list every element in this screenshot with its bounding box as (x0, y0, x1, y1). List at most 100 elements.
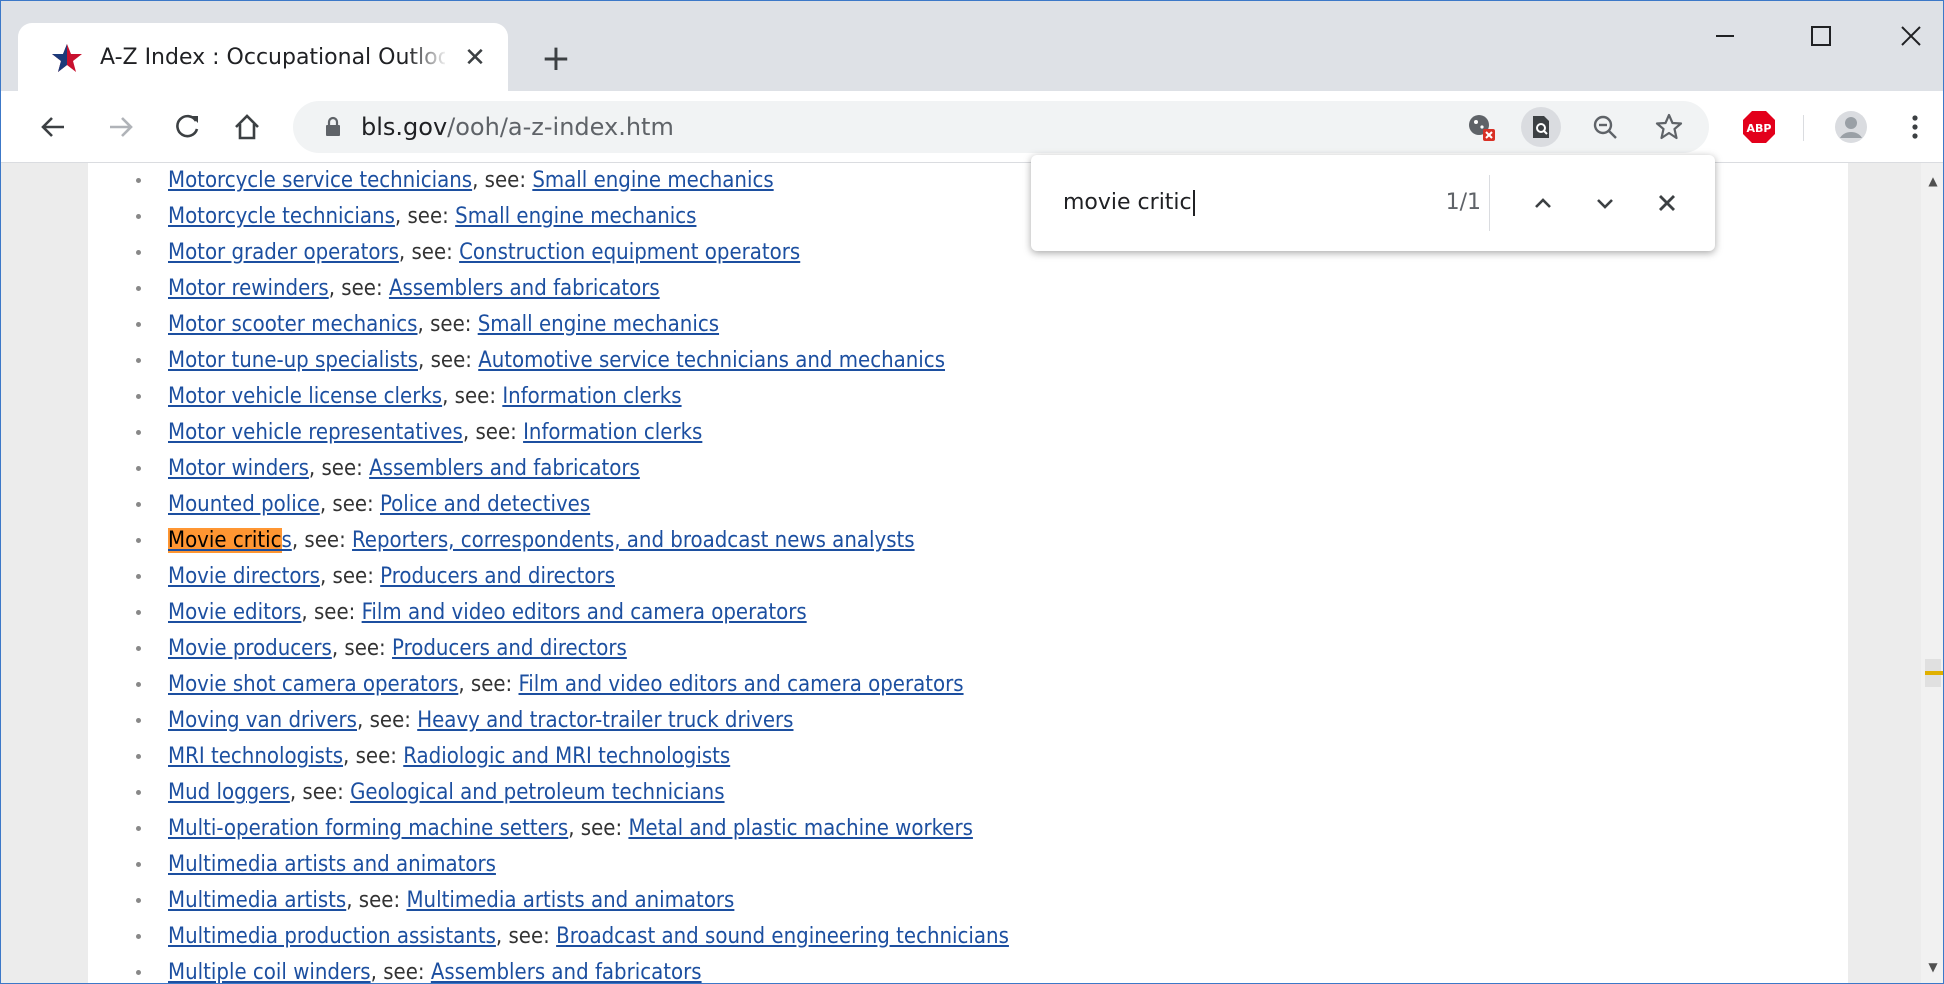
zoom-icon[interactable] (1585, 107, 1625, 147)
close-window-icon[interactable] (1871, 11, 1943, 61)
bls-star-icon (52, 44, 82, 72)
reload-icon[interactable] (167, 107, 207, 147)
occupation-link-text: Multimedia artists (168, 888, 347, 913)
occupation-link[interactable]: Motor winders (168, 456, 309, 481)
see-link[interactable]: Automotive service technicians and mecha… (478, 348, 945, 373)
see-link[interactable]: Assemblers and fabricators (389, 276, 660, 301)
occupation-link[interactable]: Motorcycle technicians (168, 204, 395, 229)
forward-arrow-icon[interactable] (101, 107, 141, 147)
find-in-page-icon[interactable] (1521, 107, 1561, 147)
list-item: Movie shot camera operators, see: Film a… (136, 666, 1009, 702)
list-item: Motor scooter mechanics, see: Small engi… (136, 306, 1009, 342)
occupation-link[interactable]: Motor rewinders (168, 276, 329, 301)
home-icon[interactable] (227, 107, 267, 147)
list-item: Mounted police, see: Police and detectiv… (136, 486, 1009, 522)
occupation-link[interactable]: Mud loggers (168, 780, 290, 805)
profile-avatar-icon[interactable] (1831, 107, 1871, 147)
bullet-icon (136, 178, 141, 183)
address-bar[interactable]: bls.gov/ooh/a-z-index.htm (293, 101, 1709, 153)
occupation-link[interactable]: Multiple coil winders (168, 960, 371, 983)
see-link[interactable]: Multimedia artists and animators (406, 888, 734, 913)
occupation-link[interactable]: Motorcycle service technicians (168, 168, 472, 193)
bullet-icon (136, 394, 141, 399)
see-link[interactable]: Small engine mechanics (532, 168, 773, 193)
see-link[interactable]: Construction equipment operators (459, 240, 800, 265)
see-label: , see: (289, 780, 351, 805)
cookie-blocked-icon[interactable] (1461, 107, 1501, 147)
occupation-link[interactable]: Moving van drivers (168, 708, 357, 733)
occupation-link[interactable]: Motor vehicle license clerks (168, 384, 442, 409)
see-label: , see: (331, 636, 393, 661)
occupation-link[interactable]: Movie editors (168, 600, 301, 625)
find-input[interactable]: movie critic (1063, 181, 1363, 225)
list-item: Mud loggers, see: Geological and petrole… (136, 774, 1009, 810)
scroll-down-arrow-icon[interactable]: ▼ (1921, 955, 1943, 979)
list-item: Movie critics, see: Reporters, correspon… (136, 522, 1009, 558)
find-previous-chevron-up-icon[interactable] (1521, 181, 1565, 225)
see-link[interactable]: Heavy and tractor-trailer truck drivers (417, 708, 793, 733)
see-label: , see: (319, 564, 381, 589)
occupation-link-text: Multimedia artists and animators (168, 852, 496, 877)
list-item: Movie producers, see: Producers and dire… (136, 630, 1009, 666)
occupation-link[interactable]: MRI technologists (168, 744, 343, 769)
occupation-link[interactable]: Mounted police (168, 492, 320, 517)
see-label: , see: (568, 816, 629, 841)
vertical-scrollbar[interactable]: ▲ ▼ (1921, 163, 1943, 983)
occupation-link[interactable]: Multi-operation forming machine setters (168, 816, 568, 841)
occupation-link-text: Mounted police (168, 492, 320, 517)
tab-active[interactable]: A-Z Index : Occupational Outlook Handboo… (18, 23, 508, 91)
see-link[interactable]: Information clerks (502, 384, 681, 409)
tab-close-icon[interactable]: ✕ (460, 43, 490, 73)
see-link[interactable]: Assemblers and fabricators (369, 456, 640, 481)
occupation-link[interactable]: Movie producers (168, 636, 332, 661)
occupation-link-text: Motor grader operators (168, 240, 399, 265)
find-query: movie critic (1063, 190, 1192, 215)
see-link[interactable]: Small engine mechanics (478, 312, 719, 337)
see-link[interactable]: Broadcast and sound engineering technici… (556, 924, 1009, 949)
see-link[interactable]: Geological and petroleum technicians (350, 780, 724, 805)
find-next-chevron-down-icon[interactable] (1583, 181, 1627, 225)
occupation-link[interactable]: Movie shot camera operators (168, 672, 458, 697)
new-tab-button[interactable]: + (536, 39, 576, 79)
bullet-icon (136, 358, 141, 363)
occupation-link[interactable]: Multimedia artists (168, 888, 346, 913)
see-link[interactable]: Metal and plastic machine workers (628, 816, 972, 841)
see-link[interactable]: Police and detectives (380, 492, 590, 517)
occupation-link[interactable]: Multimedia artists and animators (168, 852, 496, 877)
bullet-icon (136, 466, 141, 471)
see-label: , see: (458, 672, 519, 697)
more-menu-icon[interactable] (1895, 107, 1935, 147)
occupation-link[interactable]: Motor grader operators (168, 240, 399, 265)
list-item: Motor grader operators, see: Constructio… (136, 234, 1009, 270)
see-link[interactable]: Information clerks (523, 420, 702, 445)
minimize-icon[interactable] (1685, 11, 1765, 61)
find-match-count: 1/1 (1445, 190, 1481, 215)
see-link[interactable]: Reporters, correspondents, and broadcast… (352, 528, 915, 553)
list-item: Motor winders, see: Assemblers and fabri… (136, 450, 1009, 486)
see-link[interactable]: Radiologic and MRI technologists (403, 744, 730, 769)
scroll-up-arrow-icon[interactable]: ▲ (1921, 169, 1943, 193)
lock-icon[interactable] (313, 107, 353, 147)
see-link[interactable]: Film and video editors and camera operat… (519, 672, 964, 697)
occupation-link[interactable]: Motor tune-up specialists (168, 348, 418, 373)
find-close-icon[interactable] (1645, 181, 1689, 225)
see-link[interactable]: Producers and directors (380, 564, 615, 589)
see-link[interactable]: Assemblers and fabricators (431, 960, 702, 983)
bullet-icon (136, 718, 141, 723)
back-arrow-icon[interactable] (33, 107, 73, 147)
occupation-link[interactable]: Motor vehicle representatives (168, 420, 463, 445)
url-text[interactable]: bls.gov/ooh/a-z-index.htm (361, 101, 674, 153)
occupation-link[interactable]: Multimedia production assistants (168, 924, 496, 949)
occupation-link-text: Motorcycle technicians (168, 204, 395, 229)
see-link[interactable]: Small engine mechanics (455, 204, 696, 229)
bookmark-star-icon[interactable] (1649, 107, 1689, 147)
adblock-plus-icon[interactable]: ABP (1739, 107, 1779, 147)
see-link[interactable]: Producers and directors (392, 636, 627, 661)
see-link[interactable]: Film and video editors and camera operat… (362, 600, 807, 625)
see-label: , see: (370, 960, 431, 984)
occupation-link[interactable]: Motor scooter mechanics (168, 312, 418, 337)
occupation-link[interactable]: Movie directors (168, 564, 320, 589)
occupation-link[interactable]: Movie critics (168, 528, 292, 553)
maximize-icon[interactable] (1781, 11, 1861, 61)
find-match-marker (1925, 671, 1943, 675)
